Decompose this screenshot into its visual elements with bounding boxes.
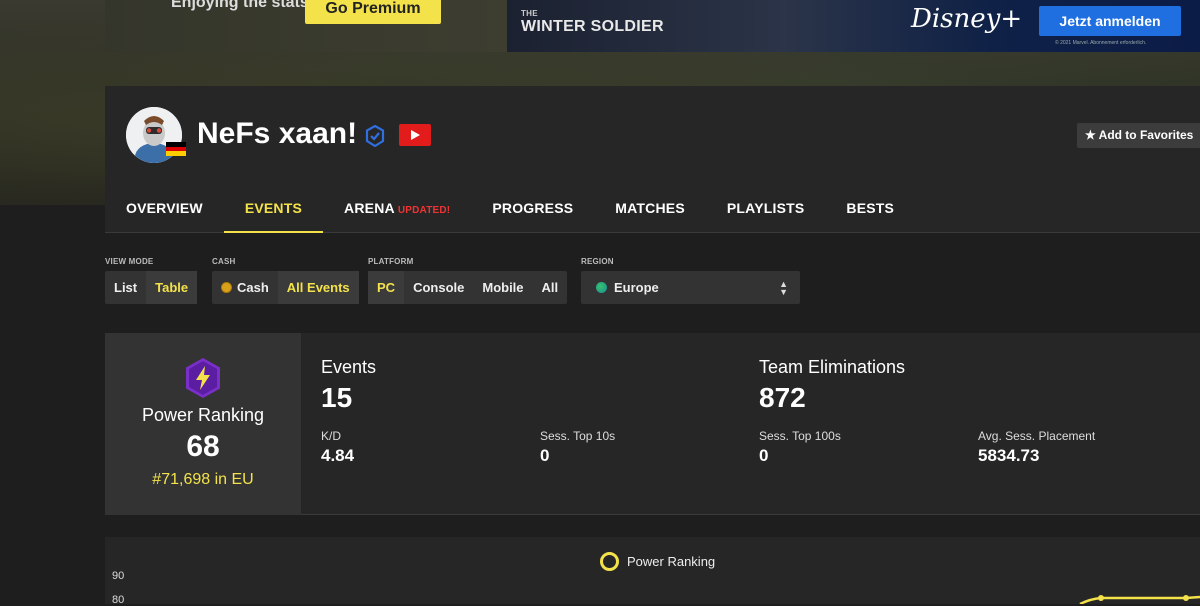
power-ranking-box: Power Ranking 68 #71,698 in EU — [105, 333, 301, 515]
globe-icon — [596, 282, 607, 293]
tab-label: ARENA — [344, 200, 395, 216]
disney-plus-logo: Disney+ — [911, 4, 1023, 34]
stat-label: Sess. Top 10s — [540, 429, 616, 443]
ad-fine-print: © 2021 Marvel. Abonnement erforderlich. — [1055, 40, 1147, 46]
youtube-icon[interactable] — [399, 124, 431, 146]
ad-signup-button[interactable]: Jetzt anmelden — [1039, 6, 1181, 36]
stat-value: 0 — [759, 446, 769, 465]
disney-ad[interactable]: THE WINTER SOLDIER Disney+ Jetzt anmelde… — [507, 0, 1200, 52]
stat-label: Team Eliminations — [759, 357, 906, 377]
chart-plot — [1079, 595, 1200, 604]
stat-value: 872 — [759, 382, 806, 413]
cash-label: CASH — [212, 257, 236, 266]
tab-arena[interactable]: ARENA UPDATED! — [323, 186, 471, 233]
profile-tabs: OVERVIEW EVENTS ARENA UPDATED! PROGRESS M… — [105, 186, 915, 233]
tab-label: PROGRESS — [492, 200, 574, 216]
platform-pc[interactable]: PC — [368, 271, 405, 304]
add-to-favorites-button[interactable]: ★ Add to Favorites — [1077, 123, 1200, 148]
platform-label: PLATFORM — [368, 257, 414, 266]
power-ranking-line — [1079, 595, 1200, 604]
stat-value: 5834.73 — [978, 446, 1040, 465]
platform-all[interactable]: All — [533, 271, 568, 304]
cash-option-label: Cash — [237, 280, 269, 295]
stat-label: Avg. Sess. Placement — [978, 429, 1096, 443]
stat-events: Events 15 — [321, 357, 376, 414]
view-mode-toggle: List Table — [105, 271, 198, 304]
tab-label: BESTS — [846, 200, 895, 216]
tab-label: PLAYLISTS — [726, 200, 805, 216]
view-mode-table[interactable]: Table — [146, 271, 198, 304]
go-premium-button[interactable]: Go Premium — [305, 0, 441, 24]
tab-matches[interactable]: MATCHES — [594, 186, 706, 233]
tab-label: MATCHES — [615, 200, 685, 216]
lightning-hexagon-icon — [184, 357, 222, 404]
stat-value: 4.84 — [321, 446, 355, 465]
tab-playlists[interactable]: PLAYLISTS — [706, 186, 826, 233]
ad-show-title: THE WINTER SOLDIER — [521, 10, 664, 36]
stat-value: 15 — [321, 382, 353, 413]
region-value: Europe — [614, 280, 659, 295]
platform-filter: PLATFORM PC Console Mobile All — [368, 257, 568, 304]
stats-panel: Power Ranking 68 #71,698 in EU Events 15… — [105, 333, 1200, 515]
profile-header: NeFs xaan! ★ Add to Favorites OVERVIEW E… — [105, 86, 1200, 233]
tab-overview[interactable]: OVERVIEW — [105, 186, 224, 233]
player-name: NeFs xaan! — [197, 117, 358, 150]
stat-sess-top100: Sess. Top 100s 0 — [759, 429, 841, 466]
stat-value: 0 — [540, 446, 550, 465]
region-filter: REGION Europe ▲ ▼ — [581, 257, 800, 304]
platform-toggle: PC Console Mobile All — [368, 271, 568, 304]
platform-console[interactable]: Console — [404, 271, 473, 304]
all-events-option[interactable]: All Events — [277, 271, 359, 304]
cash-filter: CASH Cash All Events — [212, 257, 359, 304]
premium-promo-text: Enjoying the stats? — [171, 0, 319, 11]
region-select[interactable]: Europe ▲ ▼ — [581, 271, 800, 304]
power-ranking-label: Power Ranking — [141, 405, 265, 425]
view-mode-label: VIEW MODE — [105, 257, 154, 266]
stat-avg-placement: Avg. Sess. Placement 5834.73 — [978, 429, 1095, 466]
power-ranking-chart: Power Ranking 90 80 — [105, 537, 1200, 606]
stat-kd: K/D 4.84 — [321, 429, 354, 466]
cash-option[interactable]: Cash — [212, 271, 278, 304]
ad-show-name: WINTER SOLDIER — [521, 18, 664, 35]
power-ranking-regional: #71,698 in EU — [152, 471, 254, 488]
stat-team-eliminations: Team Eliminations 872 — [759, 357, 905, 414]
data-point — [1183, 595, 1189, 601]
tab-label: OVERVIEW — [126, 200, 203, 216]
tab-progress[interactable]: PROGRESS — [471, 186, 594, 233]
germany-flag-icon — [166, 142, 186, 157]
data-point — [1098, 595, 1104, 601]
ad-banner[interactable]: Enjoying the stats? Go Premium THE WINTE… — [105, 0, 1200, 52]
tab-events[interactable]: EVENTS — [223, 186, 324, 233]
stat-label: Sess. Top 100s — [759, 429, 841, 443]
select-arrows-icon: ▲ ▼ — [779, 279, 788, 297]
money-bag-icon — [221, 282, 232, 293]
verified-badge-icon — [365, 124, 385, 148]
updated-badge: UPDATED! — [397, 205, 451, 216]
power-ranking-value: 68 — [186, 430, 220, 463]
view-mode-list[interactable]: List — [105, 271, 146, 304]
tab-bests[interactable]: BESTS — [825, 186, 915, 233]
view-mode-filter: VIEW MODE List Table — [105, 257, 198, 304]
stat-label: Events — [321, 357, 377, 377]
cash-toggle: Cash All Events — [212, 271, 359, 304]
tab-label: EVENTS — [244, 200, 303, 216]
platform-mobile[interactable]: Mobile — [473, 271, 532, 304]
premium-promo: Enjoying the stats? Go Premium — [105, 0, 507, 52]
ad-show-prefix: THE — [521, 9, 538, 18]
stat-label: K/D — [321, 429, 342, 443]
region-label: REGION — [581, 257, 614, 266]
stat-sess-top10: Sess. Top 10s 0 — [540, 429, 615, 466]
